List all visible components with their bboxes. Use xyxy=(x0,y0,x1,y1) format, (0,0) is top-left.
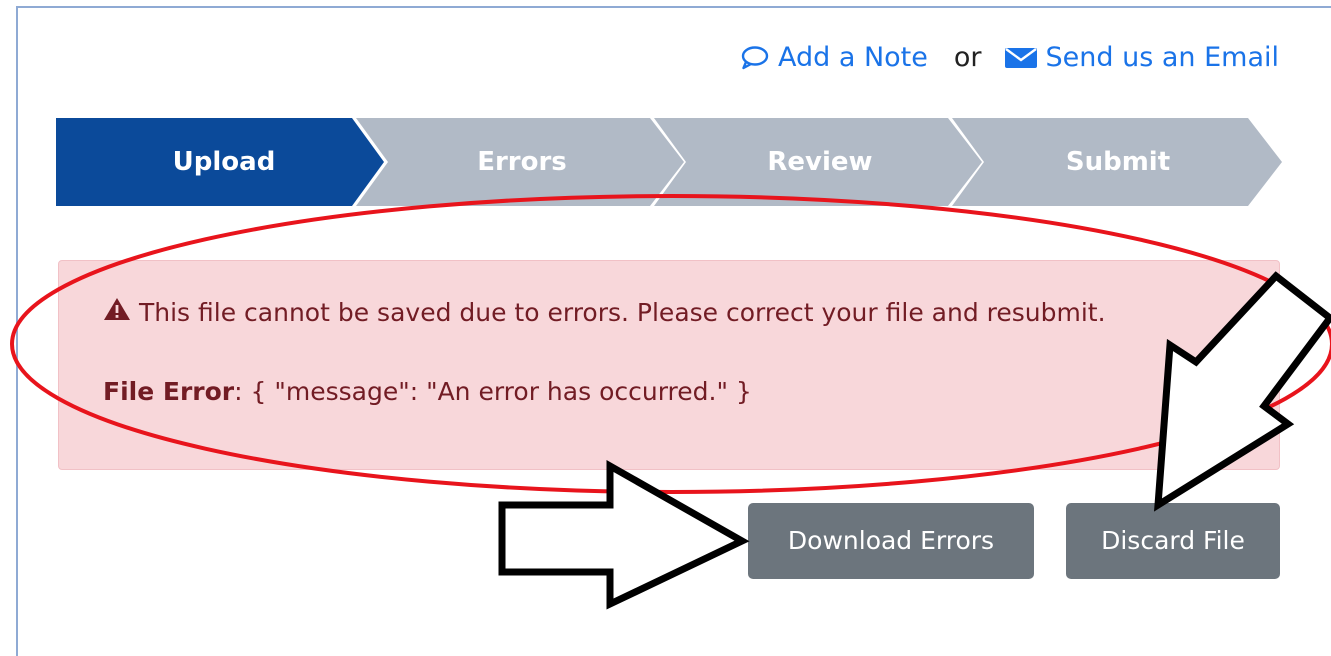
alert-message-row: This file cannot be saved due to errors.… xyxy=(103,297,1106,327)
progress-steps: Upload Errors Review Submit xyxy=(56,118,1282,206)
file-error-label: File Error xyxy=(103,377,235,406)
warning-triangle-icon xyxy=(103,297,131,327)
discard-file-button[interactable]: Discard File xyxy=(1066,503,1280,579)
step-errors[interactable]: Errors xyxy=(372,118,672,206)
step-upload[interactable]: Upload xyxy=(74,118,374,206)
speech-bubble-icon xyxy=(740,45,770,71)
add-note-label: Add a Note xyxy=(777,42,928,73)
send-email-label: Send us an Email xyxy=(1045,42,1280,73)
file-error-row: File Error: { "message": "An error has o… xyxy=(103,377,752,406)
send-email-link[interactable]: Send us an Email xyxy=(1004,42,1280,73)
error-alert: This file cannot be saved due to errors.… xyxy=(58,260,1280,470)
envelope-icon xyxy=(1004,46,1038,70)
step-submit[interactable]: Submit xyxy=(968,118,1268,206)
file-error-detail: : { "message": "An error has occurred." … xyxy=(234,377,752,406)
download-errors-button[interactable]: Download Errors xyxy=(748,503,1034,579)
links-separator: or xyxy=(953,42,982,73)
header-links: Add a Note or Send us an Email xyxy=(740,42,1279,73)
step-review[interactable]: Review xyxy=(670,118,970,206)
alert-message: This file cannot be saved due to errors.… xyxy=(139,297,1106,327)
add-note-link[interactable]: Add a Note xyxy=(740,42,928,73)
